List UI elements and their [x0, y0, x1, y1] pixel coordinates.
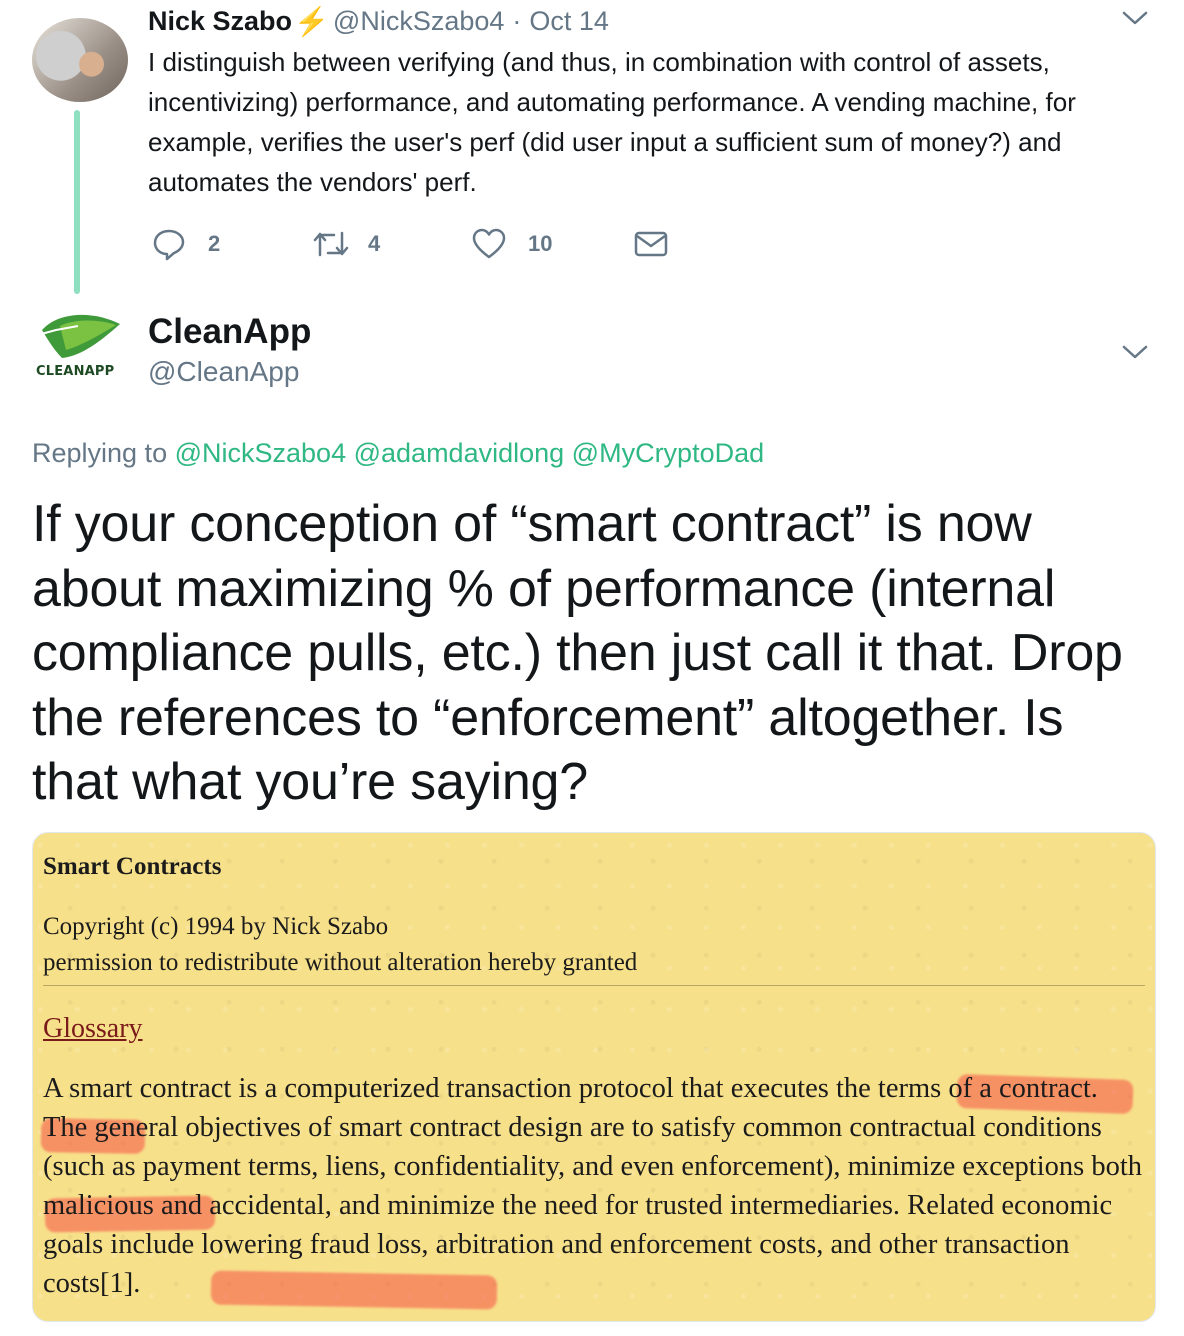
tweet1-separator: · [512, 5, 522, 36]
document-copyright-block: Copyright (c) 1994 by Nick Szabo permiss… [43, 909, 637, 981]
glossary-link[interactable]: Glossary [43, 1013, 143, 1045]
mention-link[interactable]: @NickSzabo4 [175, 438, 346, 468]
document-paragraph: A smart contract is a computerized trans… [43, 1073, 1143, 1299]
replying-to-line: Replying to @NickSzabo4 @adamdavidlong @… [32, 438, 764, 469]
reply-icon [152, 227, 186, 261]
thread-connector-line [74, 110, 80, 294]
tweet1-author-name[interactable]: Nick Szabo [148, 6, 292, 37]
tweet2-text: If your conception of “smart contract” i… [32, 495, 1123, 811]
chevron-down-icon[interactable] [1122, 10, 1148, 26]
like-action[interactable]: 10 [472, 226, 552, 262]
chevron-down-icon[interactable] [1122, 344, 1148, 360]
tweet1-header: Nick Szabo ⚡ @NickSzabo4 · Oct 14 [148, 4, 609, 38]
direct-message-action[interactable] [634, 226, 668, 262]
mention-link[interactable]: @MyCryptoDad [572, 438, 764, 468]
document-copyright: Copyright (c) 1994 by Nick Szabo [43, 913, 389, 940]
document-title: Smart Contracts [43, 853, 222, 880]
lightning-icon: ⚡ [294, 5, 329, 37]
document-divider [43, 985, 1145, 986]
mention-link[interactable]: @adamdavidlong [354, 438, 565, 468]
retweet-action[interactable]: 4 [312, 226, 380, 262]
tweet1-date[interactable]: Oct 14 [529, 6, 609, 37]
reply-count: 2 [208, 231, 221, 256]
retweet-count: 4 [368, 231, 381, 256]
leaf-logo-icon [33, 314, 120, 358]
tweet1-text: I distinguish between verifying (and thu… [148, 47, 1076, 197]
replying-to-label: Replying to [32, 438, 168, 468]
attached-document-image[interactable]: Smart Contracts Copyright (c) 1994 by Ni… [32, 832, 1156, 1322]
tweet2-author-name[interactable]: CleanApp [148, 312, 311, 352]
cleanapp-logo-text: CLEANAPP [36, 364, 115, 379]
tweet2-author-handle[interactable]: @CleanApp [148, 356, 299, 388]
retweet-icon [312, 229, 350, 259]
nick-szabo-avatar[interactable] [32, 18, 128, 102]
document-permission: permission to redistribute without alter… [43, 949, 638, 976]
tweet1-author-handle[interactable]: @NickSzabo4 [333, 6, 504, 37]
like-count: 10 [528, 231, 553, 256]
direct-message-icon [634, 230, 668, 258]
cleanapp-avatar[interactable]: CLEANAPP [32, 310, 128, 382]
like-icon [472, 228, 506, 260]
reply-action[interactable]: 2 [152, 226, 220, 262]
